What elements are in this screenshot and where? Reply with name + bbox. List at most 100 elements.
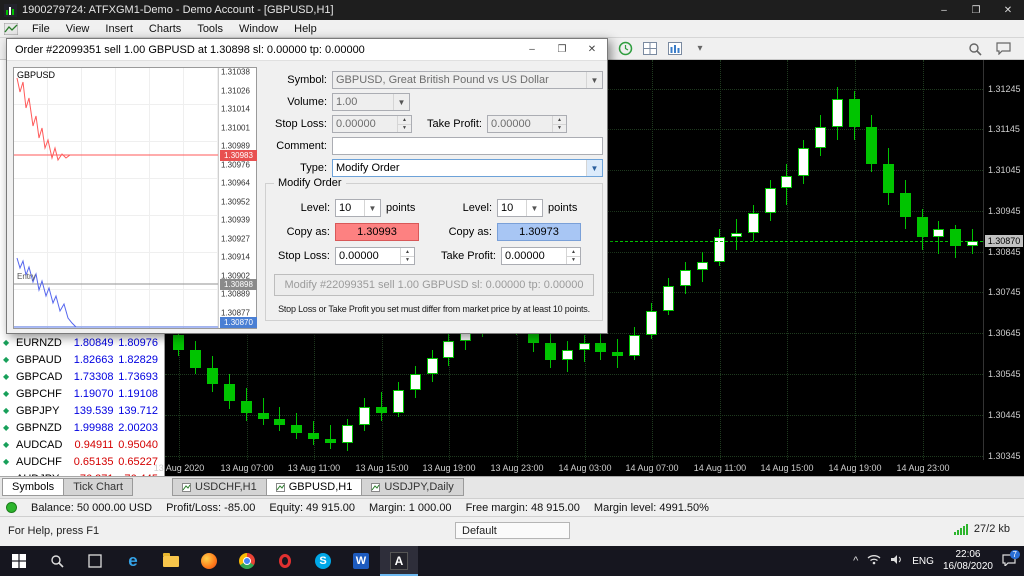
taskbar-metatrader-icon[interactable]: A <box>380 546 418 576</box>
copy-buy-price-button[interactable]: 1.30973 <box>497 223 581 241</box>
candle-body <box>646 311 657 335</box>
candle-body <box>342 425 353 443</box>
dialog-minimize-button[interactable]: – <box>517 39 547 61</box>
symbol-diamond-icon: ◆ <box>3 423 16 432</box>
chart-tab-usdchf-h1[interactable]: USDCHF,H1 <box>172 478 267 496</box>
modify-order-button[interactable]: Modify #22099351 sell 1.00 GBPUSD sl: 0.… <box>274 274 594 296</box>
start-button[interactable] <box>0 546 38 576</box>
folder-icon <box>163 556 179 567</box>
speaker-icon[interactable] <box>890 554 903 568</box>
menu-view[interactable]: View <box>58 20 98 37</box>
menu-bar: FileViewInsertChartsToolsWindowHelp <box>0 20 1024 38</box>
menu-insert[interactable]: Insert <box>97 20 141 37</box>
market-watch-row-gbpcad[interactable]: ◆GBPCAD1.733081.73693 <box>0 368 164 385</box>
candle-body <box>173 335 184 350</box>
market-watch-row-gbpaud[interactable]: ◆GBPAUD1.826631.82829 <box>0 351 164 368</box>
modify-stoploss-spinner[interactable]: 0.00000 ▲▼ <box>335 247 415 265</box>
taskbar-search-button[interactable] <box>38 546 76 576</box>
taskbar-explorer-icon[interactable] <box>152 546 190 576</box>
window-minimize-button[interactable]: – <box>928 0 960 20</box>
chevron-down-icon: ▼ <box>393 94 409 110</box>
time-axis-label: 14 Aug 07:00 <box>625 463 678 473</box>
toolbar-chat-icon[interactable] <box>994 41 1012 57</box>
market-watch-row-eurnzd[interactable]: ◆EURNZD1.808491.80976 <box>0 334 164 351</box>
toolbar-clock-icon[interactable] <box>616 41 634 57</box>
taskbar-word-icon[interactable]: W <box>342 546 380 576</box>
taskbar-opera-icon[interactable] <box>266 546 304 576</box>
toolbar-grid-icon[interactable] <box>641 41 659 57</box>
candle-body <box>781 176 792 188</box>
menu-help[interactable]: Help <box>286 20 325 37</box>
menu-window[interactable]: Window <box>231 20 286 37</box>
taskbar-edge-icon[interactable]: e <box>114 546 152 576</box>
buy-level-select[interactable]: 10 ▼ <box>497 199 543 217</box>
sell-price-marker: 1.30983 <box>220 150 257 161</box>
window-titlebar: 1900279724: ATFXGM1-Demo - Demo Account … <box>0 0 1024 20</box>
chart-tab-gbpusd-h1[interactable]: GBPUSD,H1 <box>266 478 363 496</box>
order-dialog-titlebar[interactable]: Order #22099351 sell 1.00 GBPUSD at 1.30… <box>7 39 607 61</box>
candle-body <box>950 229 961 246</box>
candle-body <box>731 233 742 237</box>
menu-file[interactable]: File <box>24 20 58 37</box>
order-type-select[interactable]: Modify Order ▼ <box>332 159 603 177</box>
current-price-marker: 1.30870 <box>985 235 1023 247</box>
tray-clock[interactable]: 22:06 16/08/2020 <box>943 549 993 573</box>
symbol-name: AUDCHF <box>16 456 72 468</box>
tray-expand-icon[interactable]: ^ <box>853 555 858 567</box>
market-watch-row-gbpjpy[interactable]: ◆GBPJPY139.539139.712 <box>0 402 164 419</box>
notification-badge: 7 <box>1010 550 1020 559</box>
entry-label: Entry <box>17 272 36 281</box>
ask-price: 2.00203 <box>117 422 162 434</box>
window-close-button[interactable]: ✕ <box>992 0 1024 20</box>
chart-menu-icon <box>4 23 18 35</box>
symbol-diamond-icon: ◆ <box>3 355 16 364</box>
comment-input[interactable] <box>332 137 603 155</box>
tick-scale-label: 1.31001 <box>221 123 250 132</box>
chart-tab-usdjpy-daily[interactable]: USDJPY,Daily <box>361 478 464 496</box>
market-watch-row-gbpchf[interactable]: ◆GBPCHF1.190701.19108 <box>0 385 164 402</box>
chart-time-axis[interactable]: 13 Aug 202013 Aug 07:0013 Aug 11:0013 Au… <box>165 460 1024 476</box>
tick-scale-label: 1.30889 <box>221 290 250 299</box>
profile-selector[interactable]: Default <box>455 522 570 539</box>
symbol-diamond-icon: ◆ <box>3 440 16 449</box>
dialog-close-button[interactable]: ✕ <box>577 39 607 61</box>
window-restore-button[interactable]: ❐ <box>960 0 992 20</box>
wifi-icon[interactable] <box>867 554 881 568</box>
toolbar-chart-icon[interactable] <box>666 41 684 57</box>
notification-icon[interactable]: 7 <box>1002 554 1016 569</box>
menu-tools[interactable]: Tools <box>189 20 231 37</box>
tab-symbols[interactable]: Symbols <box>2 478 64 496</box>
tick-scale-label: 1.30914 <box>221 253 250 262</box>
modify-takeprofit-spinner[interactable]: 0.00000 ▲▼ <box>501 247 581 265</box>
taskbar-firefox-icon[interactable] <box>190 546 228 576</box>
language-indicator[interactable]: ENG <box>912 556 934 567</box>
takeprofit-label: Take Profit: <box>412 118 482 130</box>
bid-price: 1.82663 <box>72 354 117 366</box>
time-axis-label: 14 Aug 23:00 <box>896 463 949 473</box>
menu-charts[interactable]: Charts <box>141 20 189 37</box>
taskbar-chrome-icon[interactable] <box>228 546 266 576</box>
toolbar-dropdown-icon[interactable]: ▾ <box>691 41 709 57</box>
candle-body <box>748 213 759 233</box>
copy-as-label: Copy as: <box>434 226 492 238</box>
copy-as-label: Copy as: <box>272 226 330 238</box>
chevron-down-icon: ▼ <box>586 72 602 88</box>
toolbar-search-icon[interactable] <box>966 41 984 57</box>
windows-taskbar: e S W A ^ ENG 22:06 16/08/2020 7 <box>0 546 1024 576</box>
market-watch-row-audchf[interactable]: ◆AUDCHF0.651350.65227 <box>0 453 164 470</box>
market-watch-row-gbpnzd[interactable]: ◆GBPNZD1.999882.00203 <box>0 419 164 436</box>
time-axis-label: 13 Aug 15:00 <box>355 463 408 473</box>
sell-level-select[interactable]: 10 ▼ <box>335 199 381 217</box>
equity-text: Equity: 49 915.00 <box>269 502 355 514</box>
market-watch-row-audcad[interactable]: ◆AUDCAD0.949110.95040 <box>0 436 164 453</box>
tab-tick-chart[interactable]: Tick Chart <box>63 478 133 496</box>
chart-price-axis[interactable]: 1.312451.311451.310451.309451.308451.307… <box>983 60 1024 460</box>
copy-sell-price-button[interactable]: 1.30993 <box>335 223 419 241</box>
taskbar-skype-icon[interactable]: S <box>304 546 342 576</box>
price-axis-label: 1.31045 <box>988 165 1021 175</box>
volume-select: 1.00 ▼ <box>332 93 410 111</box>
task-view-button[interactable] <box>76 546 114 576</box>
bid-price: 0.65135 <box>72 456 117 468</box>
dialog-maximize-button[interactable]: ❐ <box>547 39 577 61</box>
grid-line <box>787 60 788 460</box>
